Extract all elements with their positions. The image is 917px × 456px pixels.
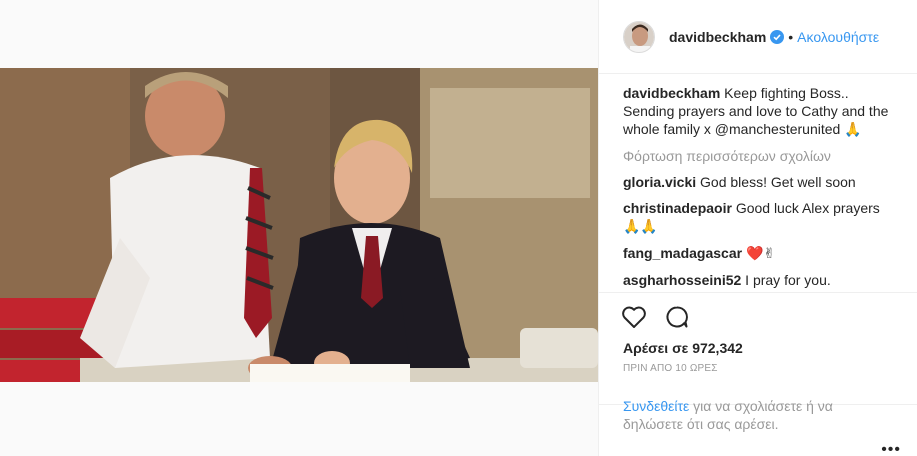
comment-text: God bless! Get well soon bbox=[700, 174, 856, 190]
comment-item: asgharhosseini52 I pray for you. bbox=[623, 271, 901, 289]
avatar[interactable] bbox=[623, 20, 655, 53]
separator-dot: • bbox=[788, 28, 794, 45]
comment-item: fang_madagascar ❤️✌ bbox=[623, 244, 901, 263]
comment-text: I pray for you. bbox=[745, 272, 831, 288]
comment-username[interactable]: christinadepaoir bbox=[623, 200, 732, 216]
comments-list: davidbeckham Keep fighting Boss.. Sendin… bbox=[623, 84, 901, 297]
media-pane bbox=[0, 0, 598, 456]
post-actions: Αρέσει σε 972,342 ΠΡΙΝ ΑΠΟ 10 ΩΡΕΣ bbox=[599, 292, 917, 404]
verified-badge-icon bbox=[770, 29, 785, 44]
post-header: davidbeckham • Ακολουθήστε bbox=[599, 0, 917, 74]
likes-count[interactable]: Αρέσει σε 972,342 bbox=[623, 340, 743, 356]
more-options-icon[interactable]: ••• bbox=[881, 441, 901, 456]
caption: davidbeckham Keep fighting Boss.. Sendin… bbox=[623, 84, 901, 139]
comment-emoji: ❤️✌ bbox=[745, 246, 776, 262]
login-prompt: Συνδεθείτε για να σχολιάσετε ή να δηλώσε… bbox=[599, 398, 917, 456]
load-more-comments[interactable]: Φόρτωση περισσότερων σχολίων bbox=[623, 147, 901, 165]
caption-username[interactable]: davidbeckham bbox=[623, 85, 720, 101]
post-photo[interactable] bbox=[0, 68, 598, 382]
comment-emoji: 🙏🙏 bbox=[623, 219, 658, 235]
heart-outline-icon[interactable] bbox=[621, 305, 647, 332]
comment-text: Good luck Alex prayers bbox=[735, 200, 880, 216]
comment-username[interactable]: fang_madagascar bbox=[623, 245, 742, 261]
username-link[interactable]: davidbeckham bbox=[669, 29, 766, 45]
comment-item: christinadepaoir Good luck Alex prayers … bbox=[623, 199, 901, 236]
comment-item: gloria.vicki God bless! Get well soon bbox=[623, 173, 901, 191]
login-prompt-text: Συνδεθείτε για να σχολιάσετε ή να δηλώσε… bbox=[623, 397, 853, 433]
comment-username[interactable]: asgharhosseini52 bbox=[623, 272, 741, 288]
login-link[interactable]: Συνδεθείτε bbox=[623, 398, 689, 414]
post-timestamp[interactable]: ΠΡΙΝ ΑΠΟ 10 ΩΡΕΣ bbox=[623, 363, 718, 374]
post-sidebar: davidbeckham • Ακολουθήστε davidbeckham … bbox=[598, 0, 917, 456]
action-icons bbox=[621, 305, 689, 332]
caption-emoji: 🙏 bbox=[844, 122, 862, 138]
comment-username[interactable]: gloria.vicki bbox=[623, 174, 696, 190]
follow-button[interactable]: Ακολουθήστε bbox=[797, 29, 879, 45]
comment-bubble-icon[interactable] bbox=[665, 305, 689, 332]
